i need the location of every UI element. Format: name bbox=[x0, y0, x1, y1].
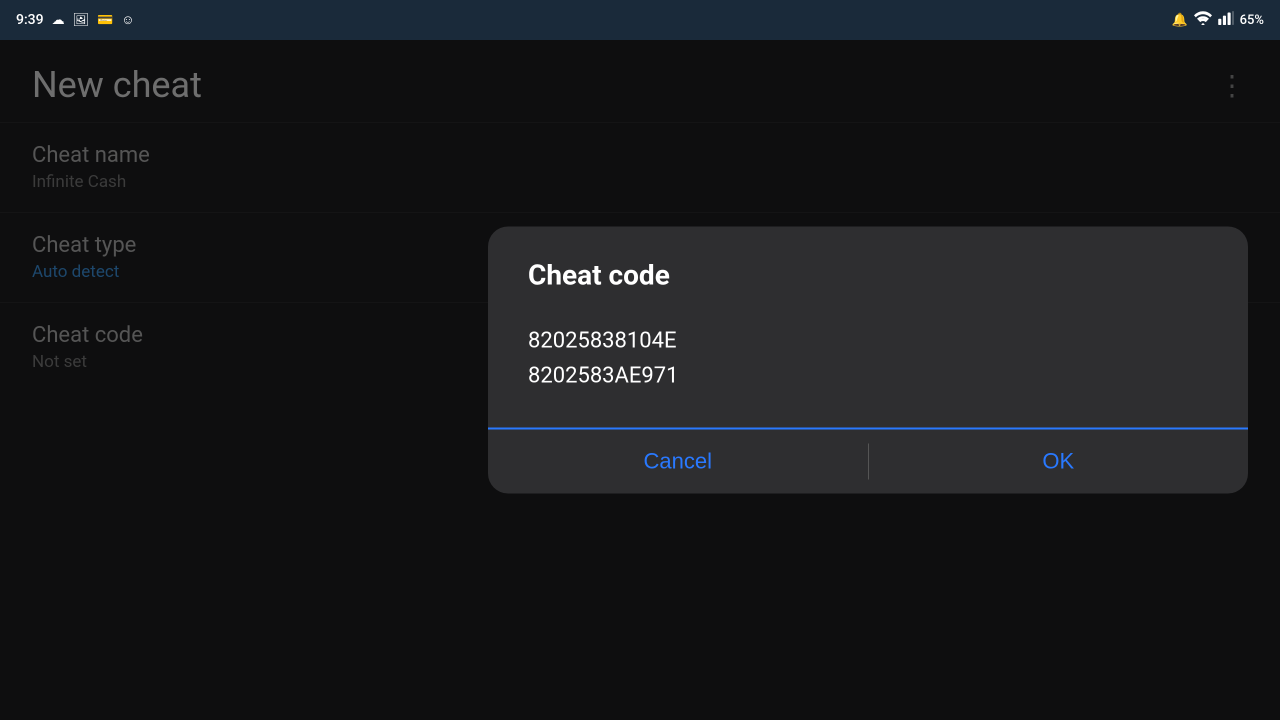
dialog-actions: Cancel OK bbox=[488, 430, 1248, 494]
cancel-button[interactable]: Cancel bbox=[488, 430, 868, 494]
time-display: 9:39 bbox=[16, 12, 44, 28]
face-icon: ☺ bbox=[121, 12, 134, 28]
status-bar: 9:39 ☁ 🖼 💳 ☺ 🔔 65% bbox=[0, 0, 1280, 40]
dialog-title: Cheat code bbox=[528, 259, 1208, 292]
cloud-icon: ☁ bbox=[52, 13, 65, 28]
status-right: 🔔 65% bbox=[1171, 11, 1264, 29]
dialog-content: Cheat code 82025838104E8202583AE971 bbox=[488, 227, 1248, 404]
dialog-input[interactable]: 82025838104E8202583AE971 bbox=[528, 324, 1208, 404]
signal-icon bbox=[1218, 11, 1234, 29]
card-icon: 💳 bbox=[97, 13, 113, 28]
status-left: 9:39 ☁ 🖼 💳 ☺ bbox=[16, 12, 135, 28]
alarm-icon: 🔔 bbox=[1171, 13, 1187, 28]
battery-display: 65% bbox=[1240, 13, 1264, 28]
wifi-icon bbox=[1194, 11, 1212, 29]
cheat-code-dialog: Cheat code 82025838104E8202583AE971 Canc… bbox=[488, 227, 1248, 494]
image-icon: 🖼 bbox=[73, 13, 90, 28]
ok-button[interactable]: OK bbox=[869, 430, 1249, 494]
